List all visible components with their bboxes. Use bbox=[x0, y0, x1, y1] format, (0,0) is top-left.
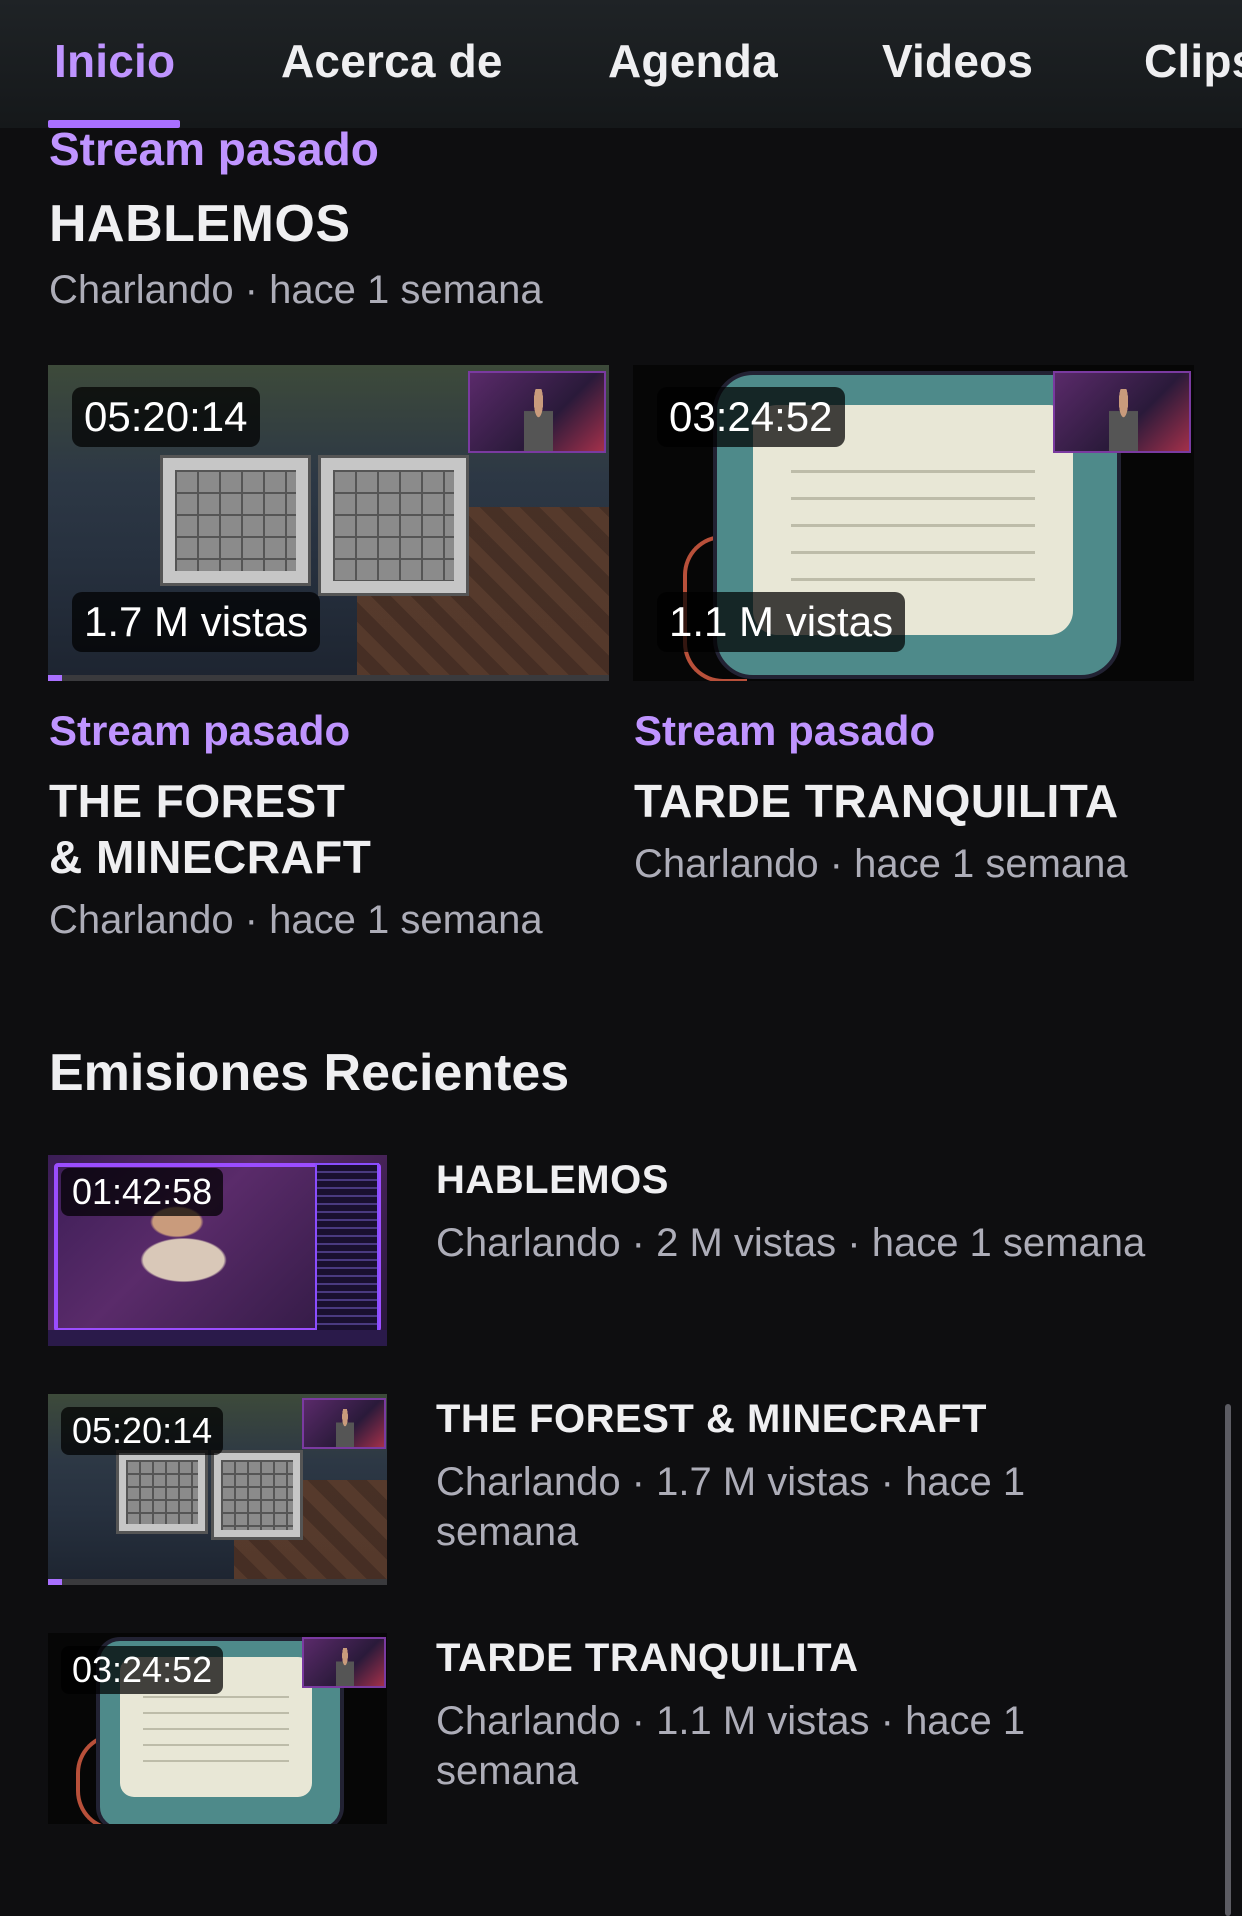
recent-thumbnail-tarde-tranquilita[interactable]: 03:24:52 bbox=[48, 1633, 387, 1824]
watch-progress-bar bbox=[48, 1579, 62, 1585]
card-meta: Charlando · hace 1 semana bbox=[634, 842, 1128, 886]
featured-meta: Charlando · hace 1 semana bbox=[49, 268, 543, 312]
card-meta: Charlando · hace 1 semana bbox=[49, 898, 543, 942]
duration-badge: 01:42:58 bbox=[61, 1168, 224, 1216]
duration-badge: 03:24:52 bbox=[657, 387, 845, 447]
duration-badge: 03:24:52 bbox=[61, 1646, 224, 1694]
recent-item-title[interactable]: HABLEMOS bbox=[436, 1158, 669, 1203]
card-title[interactable]: TARDE TRANQUILITA bbox=[634, 773, 1119, 829]
recent-thumbnail-hablemos[interactable]: 01:42:58 bbox=[48, 1155, 387, 1346]
video-thumbnail-tarde-tranquilita[interactable]: 03:24:52 1.1 M vistas bbox=[633, 365, 1194, 681]
tab-inicio[interactable]: Inicio bbox=[54, 34, 175, 88]
watch-progress-track bbox=[48, 1579, 387, 1585]
recent-item-title[interactable]: THE FOREST & MINECRAFT bbox=[436, 1397, 987, 1442]
recent-item-meta: Charlando · 1.7 M vistas · hace 1 semana bbox=[436, 1460, 1026, 1554]
card-title-line: & MINECRAFT bbox=[49, 831, 372, 883]
card-title-line: TARDE TRANQUILITA bbox=[634, 775, 1119, 827]
tab-agenda[interactable]: Agenda bbox=[608, 34, 778, 88]
tab-acerca-de[interactable]: Acerca de bbox=[281, 34, 503, 88]
duration-badge: 05:20:14 bbox=[61, 1407, 224, 1455]
scrollbar[interactable] bbox=[1225, 1404, 1231, 1916]
featured-tag: Stream pasado bbox=[49, 123, 379, 175]
watch-progress-track bbox=[48, 675, 609, 681]
views-badge: 1.1 M vistas bbox=[657, 592, 906, 652]
recent-item-meta: Charlando · 2 M vistas · hace 1 semana bbox=[436, 1221, 1146, 1265]
section-title-recent: Emisiones Recientes bbox=[49, 1044, 570, 1102]
card-tag: Stream pasado bbox=[634, 707, 936, 754]
video-thumbnail-forest-minecraft[interactable]: 05:20:14 1.7 M vistas bbox=[48, 365, 609, 681]
active-tab-indicator bbox=[48, 120, 180, 128]
recent-item-title[interactable]: TARDE TRANQUILITA bbox=[436, 1636, 859, 1681]
duration-badge: 05:20:14 bbox=[72, 387, 260, 447]
recent-item-meta: Charlando · 1.1 M vistas · hace 1 semana bbox=[436, 1699, 1026, 1793]
recent-thumbnail-forest-minecraft[interactable]: 05:20:14 bbox=[48, 1394, 387, 1585]
card-title-line: THE FOREST bbox=[49, 775, 346, 827]
views-badge: 1.7 M vistas bbox=[72, 592, 321, 652]
channel-tab-bar: Inicio Acerca de Agenda Videos Clips bbox=[0, 0, 1242, 128]
featured-title[interactable]: HABLEMOS bbox=[49, 194, 351, 254]
channel-page: Inicio Acerca de Agenda Videos Clips Str… bbox=[0, 0, 1242, 1916]
card-tag: Stream pasado bbox=[49, 707, 351, 754]
tab-videos[interactable]: Videos bbox=[882, 34, 1033, 88]
card-title[interactable]: THE FOREST & MINECRAFT bbox=[49, 773, 371, 885]
watch-progress-bar bbox=[48, 675, 62, 681]
tab-clips[interactable]: Clips bbox=[1144, 34, 1242, 88]
